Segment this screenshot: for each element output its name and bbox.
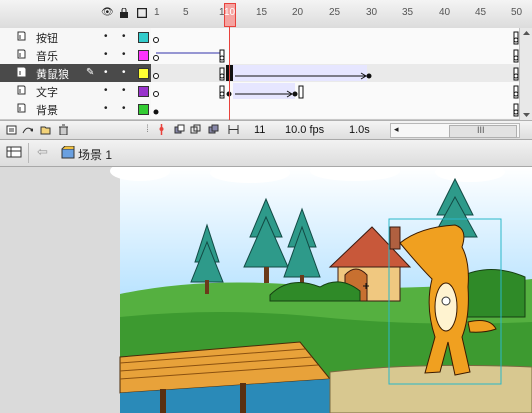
lock-dot[interactable]: • [122, 104, 126, 114]
scene-bar: ⇦ 场景 1 [0, 140, 532, 167]
layer-color-swatch[interactable] [138, 104, 149, 115]
ruler-number: 45 [475, 7, 487, 18]
scene-name[interactable]: 场景 1 [78, 146, 112, 163]
layer-icon [16, 49, 27, 60]
frame-rate: 10.0 fps [285, 124, 325, 136]
layer-icon [16, 67, 27, 78]
visibility-dot[interactable]: • [104, 86, 108, 96]
new-layer-icon[interactable] [6, 124, 17, 135]
layer-frames[interactable] [151, 64, 519, 82]
ruler-number: 50 [511, 7, 523, 18]
visibility-dot[interactable]: • [104, 104, 108, 114]
outline-icon[interactable] [136, 7, 148, 19]
layer-icon [16, 85, 27, 96]
playhead-frame-number: 10 [224, 7, 236, 18]
elapsed-time: 1.0s [349, 124, 370, 136]
layer-color-swatch[interactable] [138, 50, 149, 61]
lock-dot[interactable]: • [122, 32, 126, 42]
edit-multiple-frames-icon[interactable] [208, 124, 219, 135]
ruler-number: 40 [439, 7, 451, 18]
layer-name: 黄鼠狼 [36, 69, 69, 81]
timeline-toggle-icon[interactable] [6, 145, 22, 162]
ruler-number: 1 [154, 7, 160, 18]
ruler-number: 15 [256, 7, 268, 18]
divider [28, 143, 29, 163]
visibility-dot[interactable]: • [104, 50, 108, 60]
ruler-number: 25 [329, 7, 341, 18]
layer-frames[interactable] [151, 46, 519, 64]
layer-name: 背景 [36, 105, 58, 117]
timeline-status-bar: ⁞ 11 10.0 fps 1.0s ◂ III [0, 120, 532, 140]
scene-icon [61, 145, 75, 162]
layer-row-button[interactable]: 按钮 • • [0, 28, 532, 47]
layer-color-swatch[interactable] [138, 32, 149, 43]
back-arrow-icon[interactable]: ⇦ [37, 144, 48, 160]
lock-icon[interactable] [119, 7, 129, 18]
playhead-line [229, 26, 230, 120]
layer-color-swatch[interactable] [138, 86, 149, 97]
layer-frames[interactable] [151, 28, 519, 46]
current-frame-number: 11 [254, 124, 266, 136]
timeline-header: 👁 1 5 10 15 20 25 30 35 40 45 50 10 [0, 0, 532, 29]
layer-row-background[interactable]: 背景 • • [0, 100, 532, 120]
ruler-number: 20 [292, 7, 304, 18]
layer-name: 按钮 [36, 33, 58, 45]
layer-name-panel[interactable]: 文字 • • [0, 82, 151, 100]
layer-row-text[interactable]: 文字 • • [0, 82, 532, 101]
lock-dot[interactable]: • [122, 68, 126, 78]
center-frame-icon[interactable] [156, 124, 167, 135]
layer-frames[interactable] [151, 82, 519, 100]
ruler-number: 35 [402, 7, 414, 18]
visibility-dot[interactable]: • [104, 68, 108, 78]
pencil-icon: ✎ [86, 67, 95, 78]
layer-name-panel[interactable]: 背景 • • [0, 100, 151, 118]
onion-skin-icon[interactable] [174, 124, 185, 135]
stage-canvas[interactable] [0, 167, 532, 413]
new-folder-icon[interactable] [40, 124, 51, 135]
divider-grip-icon[interactable]: ⁞ [142, 124, 153, 135]
layer-name-panel[interactable]: 按钮 • • [0, 28, 151, 46]
layer-icon [16, 31, 27, 42]
visibility-dot[interactable]: • [104, 32, 108, 42]
add-motion-guide-icon[interactable] [22, 124, 34, 135]
trash-icon[interactable] [58, 124, 69, 136]
timeline-vertical-scrollbar[interactable] [519, 28, 532, 120]
layer-color-swatch[interactable] [138, 68, 149, 79]
scrollbar-thumb[interactable]: III [449, 125, 517, 138]
layer-name: 文字 [36, 87, 58, 99]
layer-name-panel[interactable]: 音乐 • • [0, 46, 151, 64]
lock-dot[interactable]: • [122, 86, 126, 96]
scrollbar-grip: III [477, 125, 485, 135]
stage-area[interactable] [0, 167, 532, 413]
scroll-left-arrow-icon[interactable]: ◂ [394, 124, 399, 135]
layer-frames[interactable] [151, 100, 519, 118]
layer-row-weasel[interactable]: 黄鼠狼 ✎ • • [0, 64, 532, 83]
lock-dot[interactable]: • [122, 50, 126, 60]
layer-row-music[interactable]: 音乐 • • [0, 46, 532, 65]
ruler-number: 5 [183, 7, 189, 18]
eye-icon[interactable]: 👁 [101, 8, 114, 18]
layer-name-panel[interactable]: 黄鼠狼 ✎ • • [0, 64, 151, 82]
ruler-number: 30 [366, 7, 378, 18]
layer-name: 音乐 [36, 51, 58, 63]
layer-icon [16, 103, 27, 114]
onion-skin-outlines-icon[interactable] [190, 124, 201, 135]
modify-onion-markers-icon[interactable] [228, 124, 239, 135]
timeline-horizontal-scrollbar[interactable]: ◂ III [390, 123, 520, 138]
